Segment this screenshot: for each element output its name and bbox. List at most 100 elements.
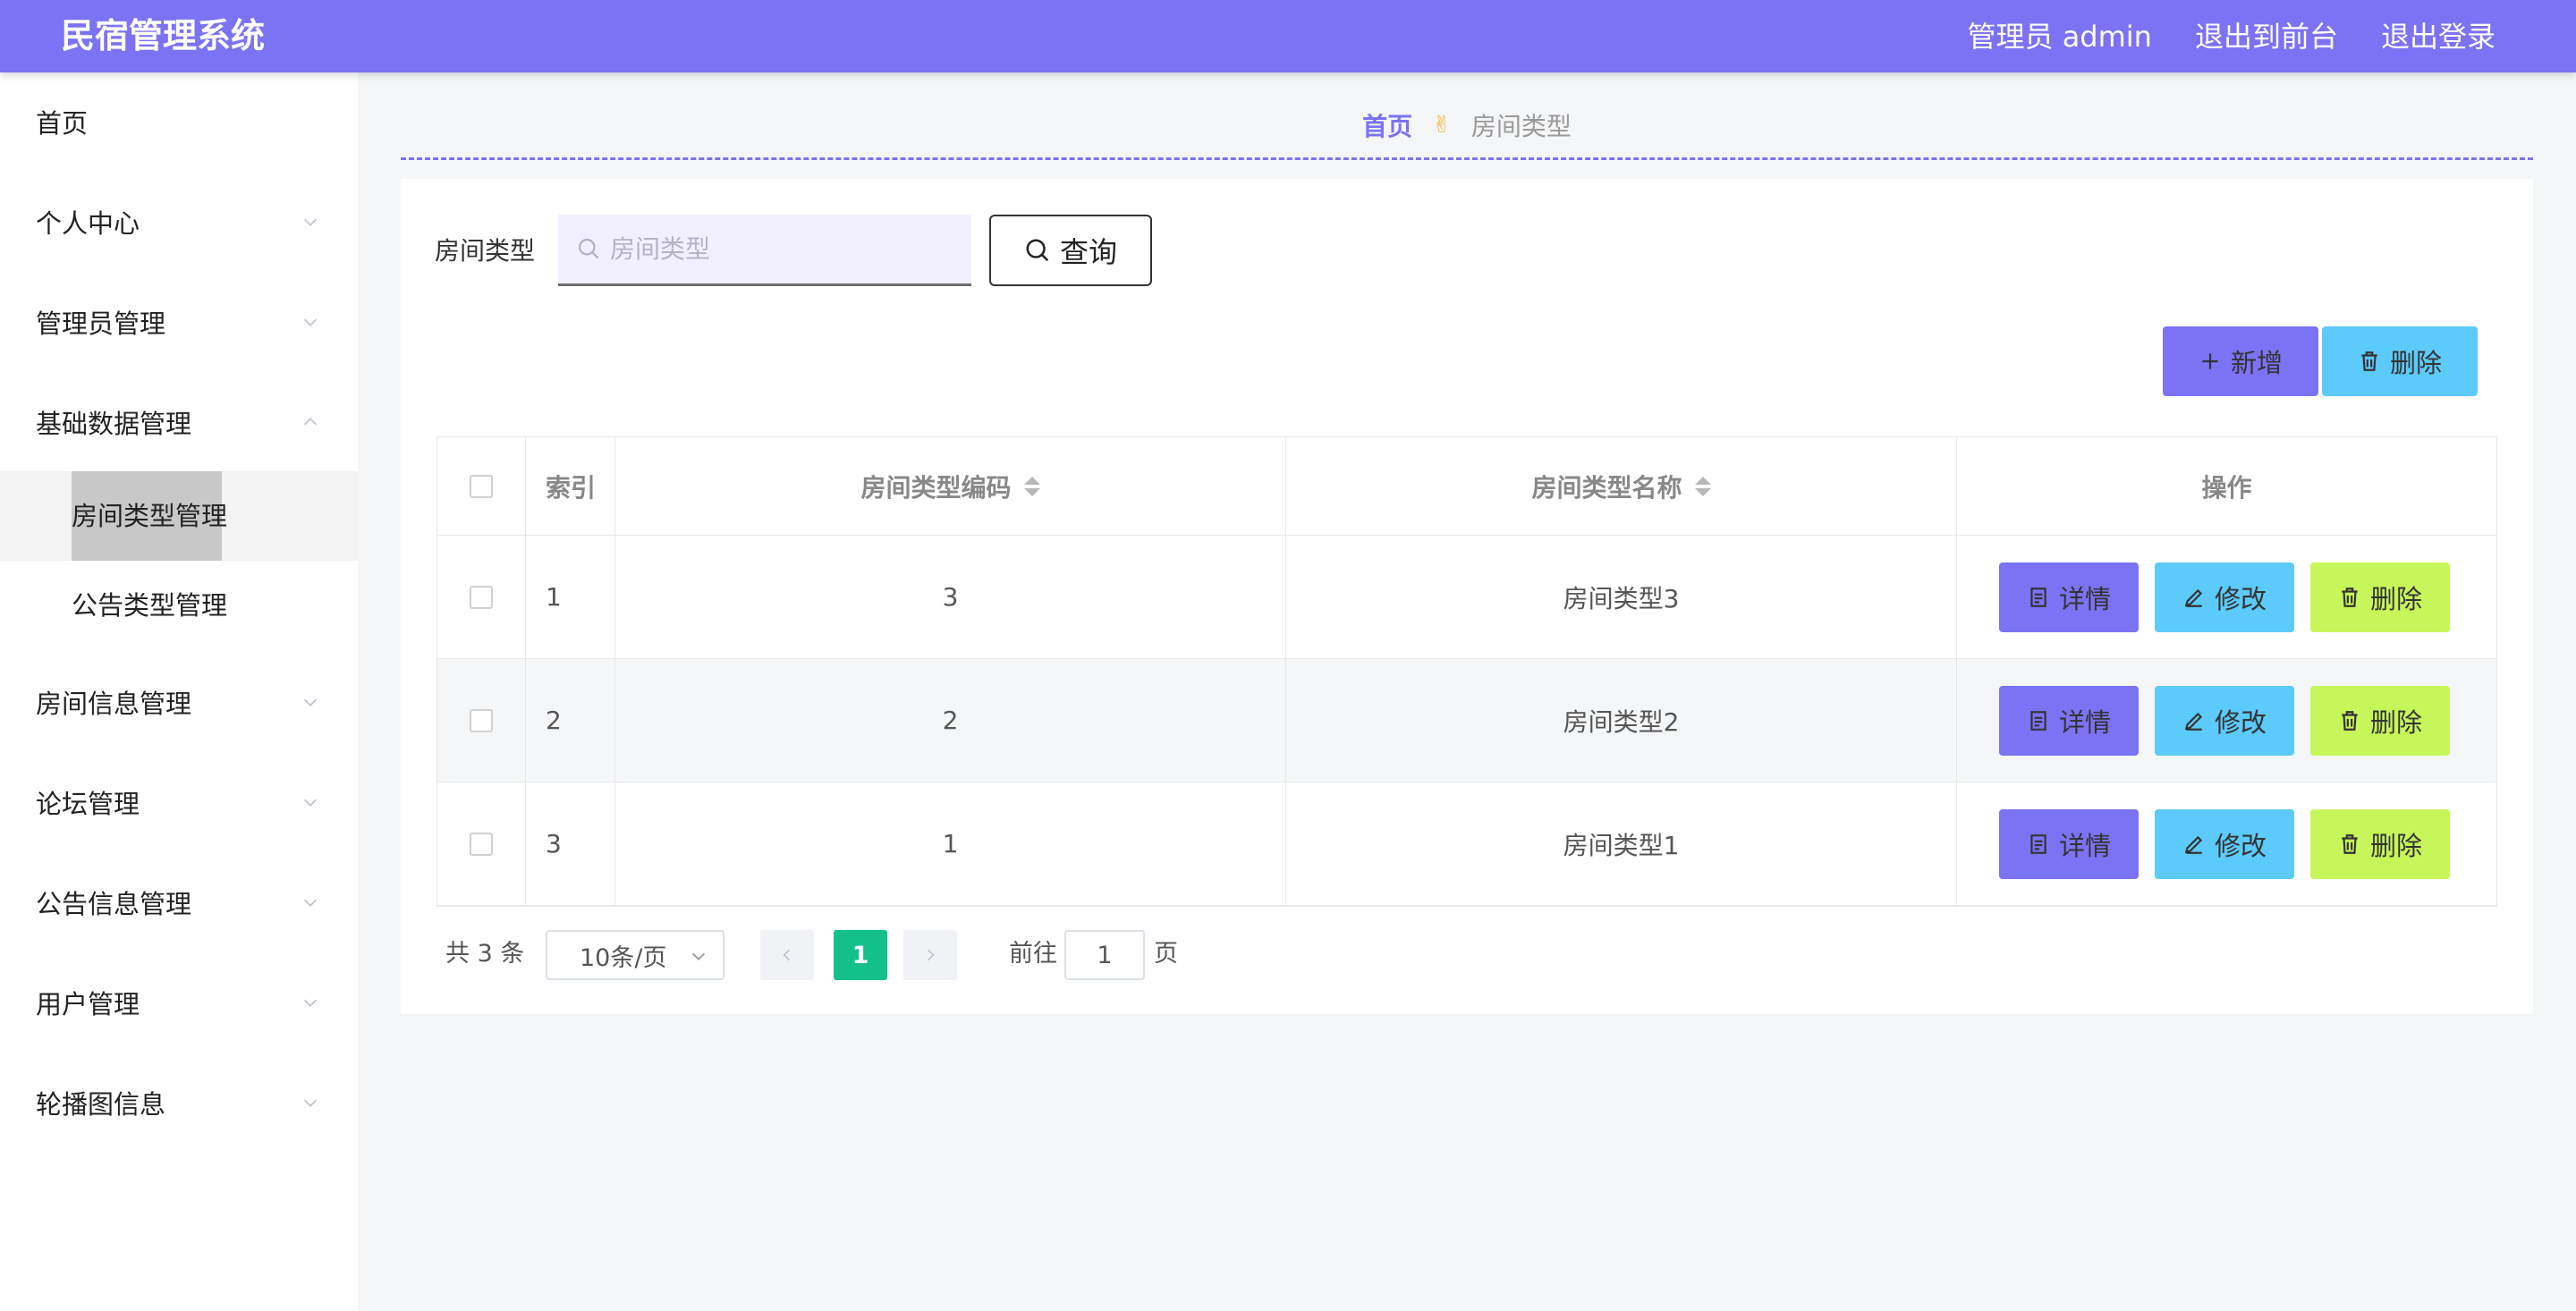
victory-hand-icon: ✌ — [1432, 112, 1452, 139]
trash-icon — [2361, 351, 2377, 371]
edit-button[interactable]: 修改 — [2155, 562, 2294, 632]
table-row: 3 1 房间类型1 详情 修改 删除 — [437, 782, 2496, 906]
row-checkbox[interactable] — [470, 708, 493, 732]
logout-link[interactable]: 退出登录 — [2381, 14, 2496, 59]
column-header[interactable]: 房间类型名称 — [1286, 437, 1957, 535]
sidebar-item-home[interactable]: 首页 — [0, 92, 358, 155]
trash-icon — [2342, 587, 2358, 607]
sidebar-subitem-label: 房间类型管理 — [72, 501, 228, 531]
query-button-label: 查询 — [1059, 235, 1117, 269]
detail-button[interactable]: 详情 — [1999, 808, 2139, 879]
search-input[interactable] — [558, 215, 971, 286]
goto-label: 前往 — [1009, 940, 1057, 968]
detail-button-label: 详情 — [2058, 583, 2111, 614]
chevron-left-icon — [783, 949, 791, 961]
trash-icon — [2342, 833, 2358, 854]
code-cell: 2 — [615, 659, 1286, 782]
table-row: 2 2 房间类型2 详情 修改 删除 — [437, 659, 2496, 782]
total-count: 共 3 条 — [445, 940, 525, 968]
column-header-label: 操作 — [2201, 472, 2252, 503]
code-cell: 1 — [615, 782, 1286, 905]
sidebar-item-carousel[interactable]: 轮播图信息 — [0, 1073, 358, 1136]
sort-icon[interactable] — [1694, 476, 1711, 496]
sidebar-subitem-notice-type[interactable]: 公告类型管理 — [0, 561, 358, 650]
pagination: 共 3 条 10条/页 1 前往 页 — [445, 928, 1787, 980]
breadcrumb-home[interactable]: 首页 — [1362, 107, 1412, 143]
pencil-icon — [2184, 835, 2203, 854]
sidebar-item-label: 管理员管理 — [36, 309, 166, 339]
page-size-select[interactable]: 10条/页 — [546, 930, 724, 980]
select-all-checkbox[interactable] — [470, 474, 493, 498]
detail-button[interactable]: 详情 — [1999, 685, 2139, 756]
chevron-down-icon — [301, 1093, 320, 1112]
to-frontend-link[interactable]: 退出到前台 — [2195, 14, 2338, 59]
chevron-down-icon — [301, 993, 320, 1012]
detail-button[interactable]: 详情 — [1999, 562, 2139, 632]
search-icon — [1026, 239, 1049, 262]
ops-cell: 详情 修改 删除 — [1957, 659, 2496, 782]
row-check-cell — [437, 659, 526, 782]
sidebar-item-notice-info[interactable]: 公告信息管理 — [0, 873, 358, 935]
bulk-delete-button-label: 删除 — [2389, 348, 2442, 378]
detail-button-label: 详情 — [2058, 830, 2111, 861]
chevron-down-icon — [301, 892, 320, 912]
goto-page-input[interactable] — [1064, 930, 1145, 980]
document-icon — [2030, 833, 2046, 854]
sidebar-subitem-room-type[interactable]: 房间类型管理 — [0, 471, 358, 561]
row-checkbox[interactable] — [470, 585, 493, 609]
top-links: 管理员 admin 退出到前台 退出登录 — [1968, 14, 2496, 59]
edit-button[interactable]: 修改 — [2155, 685, 2294, 756]
sidebar-item-basic-data[interactable]: 基础数据管理 — [0, 393, 358, 455]
edit-button-label: 修改 — [2214, 706, 2267, 738]
trash-icon — [2342, 710, 2358, 731]
delete-button-label: 删除 — [2369, 583, 2422, 614]
delete-button[interactable]: 删除 — [2310, 808, 2450, 879]
sidebar-subitem-label: 公告类型管理 — [72, 590, 228, 621]
delete-button-label: 删除 — [2369, 706, 2422, 738]
sidebar-item-label: 基础数据管理 — [36, 409, 192, 439]
index-cell: 3 — [526, 782, 615, 905]
sidebar-item-admin-management[interactable]: 管理员管理 — [0, 292, 358, 355]
page-size-value: 10条/页 — [580, 943, 667, 972]
header-check-cell — [437, 437, 526, 535]
index-cell: 1 — [526, 536, 615, 658]
app-title: 民宿管理系统 — [61, 16, 266, 55]
add-button[interactable]: 新增 — [2163, 326, 2318, 396]
sidebar-item-personal-center[interactable]: 个人中心 — [0, 192, 358, 255]
code-cell: 3 — [615, 536, 1286, 658]
chevron-down-icon — [301, 312, 320, 332]
sidebar-item-label: 轮播图信息 — [36, 1089, 166, 1120]
prev-page-button[interactable] — [760, 930, 814, 980]
page-unit-label: 页 — [1154, 940, 1178, 968]
row-checkbox[interactable] — [470, 832, 493, 856]
sort-icon[interactable] — [1023, 476, 1040, 496]
document-icon — [2030, 710, 2046, 731]
delete-button[interactable]: 删除 — [2310, 685, 2450, 756]
data-table: 索引 房间类型编码 房间类型名称 操作 1 3 房间类型3 详情 修改 删除 2… — [436, 436, 2497, 907]
chevron-down-icon — [301, 212, 320, 232]
delete-button[interactable]: 删除 — [2310, 562, 2450, 632]
sidebar-item-users[interactable]: 用户管理 — [0, 973, 358, 1036]
next-page-button[interactable] — [903, 930, 957, 980]
bulk-delete-button[interactable]: 删除 — [2322, 326, 2478, 396]
breadcrumb-current: 房间类型 — [1470, 112, 1572, 141]
search-label: 房间类型 — [435, 236, 536, 266]
admin-label: 管理员 admin — [1967, 20, 2152, 54]
sidebar-item-forum[interactable]: 论坛管理 — [0, 773, 358, 835]
column-header[interactable]: 房间类型编码 — [615, 437, 1286, 535]
column-header-label: 房间类型编码 — [860, 472, 1012, 503]
chevron-up-icon — [301, 412, 320, 432]
name-cell: 房间类型1 — [1286, 782, 1957, 905]
sidebar-item-label: 个人中心 — [36, 208, 140, 239]
edit-button[interactable]: 修改 — [2155, 808, 2294, 879]
chevron-down-icon — [691, 952, 706, 960]
sidebar-item-label: 首页 — [36, 108, 89, 139]
ops-cell: 详情 修改 删除 — [1957, 782, 2496, 905]
query-button[interactable]: 查询 — [989, 215, 1152, 286]
column-header: 操作 — [1957, 437, 2496, 535]
sidebar-item-room-info[interactable]: 房间信息管理 — [0, 672, 358, 735]
page-number-button[interactable]: 1 — [834, 930, 887, 980]
column-header-label: 房间类型名称 — [1531, 472, 1682, 503]
edit-button-label: 修改 — [2214, 830, 2267, 861]
name-cell: 房间类型2 — [1286, 659, 1957, 782]
